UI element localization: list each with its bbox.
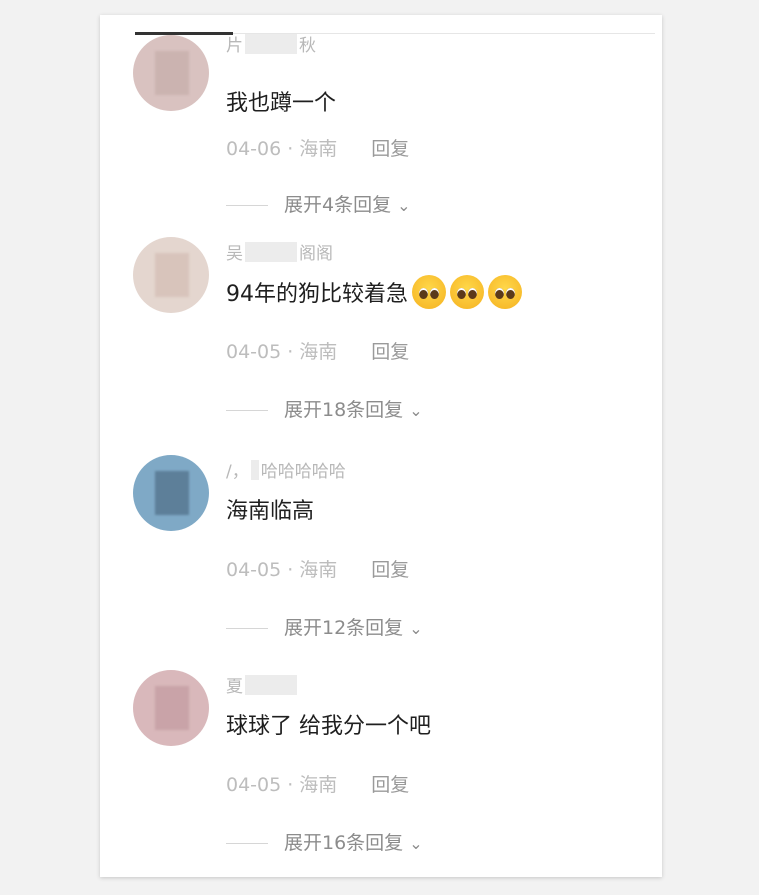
expand-replies-button[interactable]: 展开4条回复 ⌄	[226, 190, 411, 217]
expand-divider	[226, 843, 268, 844]
username-suffix: 哈哈哈哈哈	[260, 462, 346, 482]
comment-date: 04-05	[226, 341, 282, 363]
comment-meta: 04-06 · 海南 回复	[226, 134, 409, 161]
pleading-face-icon	[450, 275, 484, 309]
username[interactable]: /， 哈哈哈哈哈	[226, 457, 346, 482]
comment-location: 海南	[299, 341, 338, 363]
comment-text: 海南临高	[226, 493, 314, 525]
username-suffix: 阁阁	[299, 244, 333, 264]
comment-date: 04-05	[226, 559, 282, 581]
expand-divider	[226, 628, 268, 629]
expand-replies-button[interactable]: 展开12条回复 ⌄	[226, 613, 423, 640]
comment-text-content: 我也蹲一个	[226, 91, 337, 116]
pleading-face-icon	[412, 275, 446, 309]
chevron-down-icon: ⌄	[409, 834, 423, 853]
username-mosaic	[245, 242, 297, 262]
comment-item: 吴 阁阁 94年的狗比较着急 04-05 · 海南 回复 展开18条回复 ⌄	[100, 237, 662, 437]
username[interactable]: 夏	[226, 672, 299, 697]
comment-location: 海南	[299, 774, 338, 796]
comment-meta: 04-05 · 海南 回复	[226, 555, 409, 582]
chevron-down-icon: ⌄	[409, 401, 423, 420]
username[interactable]: 吴 阁阁	[226, 239, 333, 264]
comment-item: 夏 球球了 给我分一个吧 04-05 · 海南 回复 展开16条回复 ⌄	[100, 670, 662, 870]
username-mosaic	[250, 460, 259, 480]
comment-text: 球球了 给我分一个吧	[226, 708, 431, 740]
expand-replies-button[interactable]: 展开16条回复 ⌄	[226, 828, 423, 855]
comment-location: 海南	[299, 138, 338, 160]
expand-replies-button[interactable]: 展开18条回复 ⌄	[226, 395, 423, 422]
avatar[interactable]	[133, 35, 209, 111]
reply-button[interactable]: 回复	[371, 138, 409, 160]
meta-separator: ·	[287, 559, 294, 581]
meta-separator: ·	[287, 341, 294, 363]
comment-location: 海南	[299, 559, 338, 581]
username-suffix: 秋	[299, 36, 316, 56]
avatar-blur	[155, 51, 189, 95]
avatar-blur	[155, 253, 189, 297]
comment-meta: 04-05 · 海南 回复	[226, 337, 409, 364]
username[interactable]: 片秋	[226, 31, 316, 56]
username-mosaic	[245, 675, 297, 695]
username-prefix: 夏	[226, 677, 243, 697]
comment-meta: 04-05 · 海南 回复	[226, 770, 409, 797]
comment-text-content: 球球了 给我分一个吧	[226, 714, 431, 739]
username-prefix: 吴	[226, 244, 243, 264]
reply-button[interactable]: 回复	[371, 774, 409, 796]
avatar-blur	[155, 471, 189, 515]
username-mosaic	[245, 34, 297, 54]
avatar-blur	[155, 686, 189, 730]
comment-date: 04-06	[226, 138, 282, 160]
avatar[interactable]	[133, 670, 209, 746]
meta-separator: ·	[287, 138, 294, 160]
comment-date: 04-05	[226, 774, 282, 796]
chevron-down-icon: ⌄	[409, 619, 423, 638]
avatar[interactable]	[133, 455, 209, 531]
username-prefix: /，	[226, 462, 249, 482]
meta-separator: ·	[287, 774, 294, 796]
comment-text-content: 94年的狗比较着急	[226, 282, 408, 307]
comment-text: 我也蹲一个	[226, 85, 336, 117]
reply-button[interactable]: 回复	[371, 559, 409, 581]
comment-item: 片秋 我也蹲一个 04-06 · 海南 回复 展开4条回复 ⌄	[100, 34, 662, 237]
comment-text-content: 海南临高	[226, 499, 315, 524]
pleading-face-icon	[488, 275, 522, 309]
expand-replies-label: 展开16条回复	[284, 832, 404, 854]
chevron-down-icon: ⌄	[397, 196, 411, 215]
reply-button[interactable]: 回复	[371, 341, 409, 363]
username-prefix: 片	[226, 36, 243, 56]
active-tab-indicator	[135, 32, 233, 35]
expand-replies-label: 展开4条回复	[284, 194, 392, 216]
expand-replies-label: 展开18条回复	[284, 399, 404, 421]
expand-replies-label: 展开12条回复	[284, 617, 404, 639]
comment-item: /， 哈哈哈哈哈 海南临高 04-05 · 海南 回复 展开12条回复 ⌄	[100, 455, 662, 655]
avatar[interactable]	[133, 237, 209, 313]
comment-panel: 片秋 我也蹲一个 04-06 · 海南 回复 展开4条回复 ⌄ 吴阁阁 94年的狗比较着…	[100, 15, 662, 877]
comment-text: 94年的狗比较着急	[226, 275, 522, 309]
expand-divider	[226, 205, 268, 206]
expand-divider	[226, 410, 268, 411]
